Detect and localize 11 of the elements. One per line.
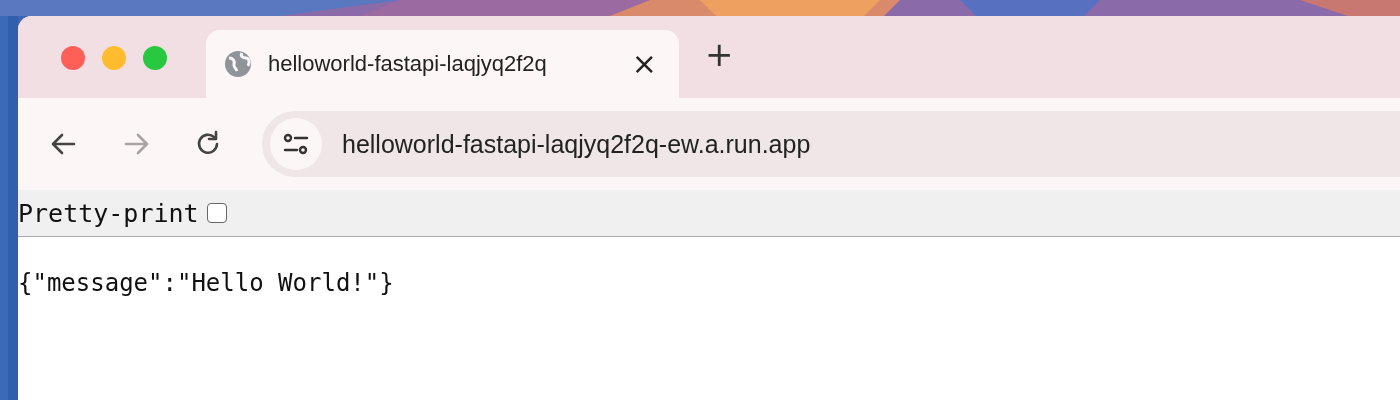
- pretty-print-label: Pretty-print: [18, 198, 199, 228]
- site-settings-button[interactable]: [270, 118, 322, 170]
- json-response-text: {"message":"Hello World!"}: [18, 268, 395, 297]
- pretty-print-checkbox[interactable]: [206, 203, 227, 223]
- browser-tab[interactable]: helloworld-fastapi-laqjyq2f2q ×: [206, 30, 679, 98]
- new-tab-button[interactable]: +: [705, 30, 734, 78]
- close-tab-button[interactable]: ×: [631, 49, 657, 79]
- sliders-icon: [282, 132, 310, 156]
- globe-icon: [224, 50, 252, 78]
- address-bar[interactable]: helloworld-fastapi-laqjyq2f2q-ew.a.run.app: [262, 111, 1400, 177]
- tab-title: helloworld-fastapi-laqjyq2f2q: [268, 51, 548, 77]
